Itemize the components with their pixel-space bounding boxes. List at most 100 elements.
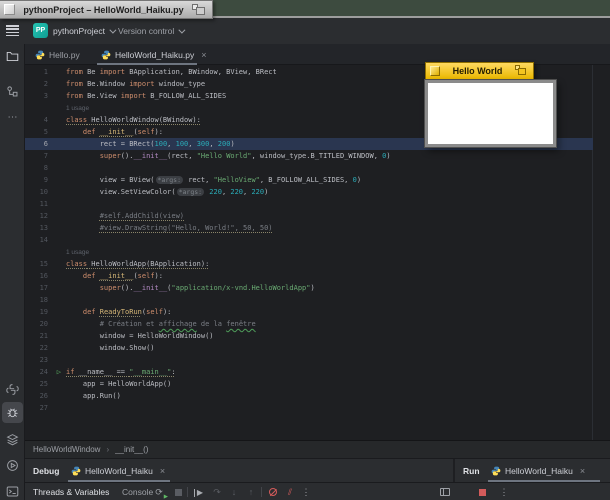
gutter[interactable]: 24 ▷: [25, 366, 66, 378]
usage-hint-row[interactable]: 1 usage: [25, 246, 593, 258]
gutter[interactable]: 15: [25, 258, 66, 270]
run-panel-label[interactable]: Run: [463, 459, 480, 483]
code-line[interactable]: 14: [25, 234, 593, 246]
code-line[interactable]: 22 window.Show(): [25, 342, 593, 354]
project-badge[interactable]: PP: [33, 23, 48, 38]
stop-icon[interactable]: [475, 485, 489, 499]
os-close-button[interactable]: [4, 4, 15, 15]
code-line[interactable]: 19 def ReadyToRun(self):: [25, 306, 593, 318]
project-folder-icon[interactable]: [5, 49, 20, 64]
close-icon[interactable]: ×: [160, 466, 165, 476]
gutter[interactable]: 25: [25, 378, 66, 390]
resume-icon[interactable]: ▶: [193, 485, 207, 499]
gutter[interactable]: 1: [25, 66, 66, 78]
code-line[interactable]: 24 ▷ if __name__ == "__main__":: [25, 366, 593, 378]
chevron-down-icon: [178, 26, 186, 34]
gutter[interactable]: 14: [25, 234, 66, 246]
gutter[interactable]: 16: [25, 270, 66, 282]
code-line[interactable]: 8: [25, 162, 593, 174]
tab-threads-variables[interactable]: Threads & Variables: [33, 483, 109, 500]
code-line[interactable]: 20 # Création et affichage de la fenêtre: [25, 318, 593, 330]
gutter[interactable]: 4: [25, 114, 66, 126]
hamburger-menu-icon[interactable]: [6, 25, 19, 37]
view-breakpoints-icon[interactable]: ⫽: [283, 485, 297, 499]
more-vertical-icon[interactable]: ⋮: [497, 485, 511, 499]
breadcrumb-method[interactable]: __init__(): [115, 445, 148, 454]
python-file-icon: [491, 466, 501, 476]
code-line[interactable]: 27: [25, 402, 593, 414]
code-line[interactable]: 25 app = HelloWorldApp(): [25, 378, 593, 390]
structure-icon[interactable]: [5, 84, 20, 99]
tab-hello-py[interactable]: Hello.py: [35, 44, 80, 65]
code-line[interactable]: 17 super().__init__("application/x-vnd.H…: [25, 282, 593, 294]
code-line[interactable]: 12 #self.AddChild(view): [25, 210, 593, 222]
gutter[interactable]: 9: [25, 174, 66, 186]
debugger-toolbar: Threads & Variables Console ⟳ ▶ ▶ ↷ ↓ ↑ ⫽…: [25, 482, 610, 500]
gutter[interactable]: 13: [25, 222, 66, 234]
gutter[interactable]: 26: [25, 390, 66, 402]
code-line[interactable]: 21 window = HelloWorldWindow(): [25, 330, 593, 342]
step-out-icon[interactable]: ↑: [244, 485, 258, 499]
gutter[interactable]: 23: [25, 354, 66, 366]
close-icon[interactable]: ×: [201, 50, 206, 60]
more-icon[interactable]: ⋯: [5, 110, 20, 125]
step-into-icon[interactable]: ↓: [227, 485, 241, 499]
gutter[interactable]: 6: [25, 138, 66, 150]
run-widget-icon[interactable]: [5, 458, 20, 473]
gutter[interactable]: [25, 102, 66, 114]
code-line[interactable]: 23: [25, 354, 593, 366]
code-line[interactable]: 10 view.SetViewColor(*args: 220, 220, 22…: [25, 186, 593, 198]
terminal-icon[interactable]: [5, 484, 20, 499]
rerun-icon[interactable]: ⟳▶: [152, 485, 168, 500]
tab-console[interactable]: Console: [122, 483, 153, 500]
code-line[interactable]: 13 #view.DrawString("Hello, World!", 50,…: [25, 222, 593, 234]
gutter[interactable]: [25, 246, 66, 258]
gutter[interactable]: 17: [25, 282, 66, 294]
gutter[interactable]: 7: [25, 150, 66, 162]
gutter[interactable]: 19: [25, 306, 66, 318]
haiku-zoom-icon[interactable]: [515, 65, 529, 77]
usage-hint[interactable]: 1 usage: [66, 105, 89, 112]
vcs-selector[interactable]: Version control: [118, 18, 186, 44]
step-over-icon[interactable]: ↷: [210, 485, 224, 499]
os-zoom-button[interactable]: [192, 3, 207, 16]
more-vertical-icon[interactable]: ⋮: [299, 485, 313, 499]
gutter[interactable]: 3: [25, 90, 66, 102]
services-icon[interactable]: [5, 432, 20, 447]
haiku-window-tab[interactable]: Hello World: [425, 62, 534, 80]
gutter[interactable]: 20: [25, 318, 66, 330]
run-gutter-icon[interactable]: ▷: [57, 366, 61, 378]
gutter[interactable]: 8: [25, 162, 66, 174]
code-line[interactable]: 11: [25, 198, 593, 210]
restore-layout-icon[interactable]: [438, 485, 452, 499]
os-window-tab[interactable]: pythonProject – HelloWorld_Haiku.py: [0, 0, 213, 19]
debug-icon[interactable]: [2, 402, 23, 423]
gutter[interactable]: 27: [25, 402, 66, 414]
code-line[interactable]: 18: [25, 294, 593, 306]
tab-helloworld-haiku-py[interactable]: HelloWorld_Haiku.py ×: [101, 44, 206, 65]
code-line[interactable]: 16 def __init__(self):: [25, 270, 593, 282]
code-line[interactable]: 26 app.Run(): [25, 390, 593, 402]
close-icon[interactable]: ×: [580, 466, 585, 476]
haiku-window-content[interactable]: [424, 79, 557, 148]
python-packages-icon[interactable]: [5, 382, 20, 397]
project-selector[interactable]: pythonProject: [53, 18, 117, 44]
breadcrumb-class[interactable]: HelloWorldWindow: [33, 445, 100, 454]
code-line[interactable]: 7 super().__init__(rect, "Hello World", …: [25, 150, 593, 162]
mute-breakpoints-icon[interactable]: [266, 485, 280, 499]
gutter[interactable]: 5: [25, 126, 66, 138]
gutter[interactable]: 12: [25, 210, 66, 222]
stop-icon[interactable]: [171, 485, 185, 499]
gutter[interactable]: 10: [25, 186, 66, 198]
gutter[interactable]: 18: [25, 294, 66, 306]
zoom-square-icon: [196, 6, 205, 15]
code-line[interactable]: 15 class HelloWorldApp(BApplication):: [25, 258, 593, 270]
gutter[interactable]: 2: [25, 78, 66, 90]
haiku-close-icon[interactable]: [430, 66, 440, 76]
code-line[interactable]: 9 view = BView(*args: rect, "HelloView",…: [25, 174, 593, 186]
debug-panel-label[interactable]: Debug: [33, 459, 59, 483]
gutter[interactable]: 22: [25, 342, 66, 354]
gutter[interactable]: 21: [25, 330, 66, 342]
gutter[interactable]: 11: [25, 198, 66, 210]
usage-hint[interactable]: 1 usage: [66, 249, 89, 256]
